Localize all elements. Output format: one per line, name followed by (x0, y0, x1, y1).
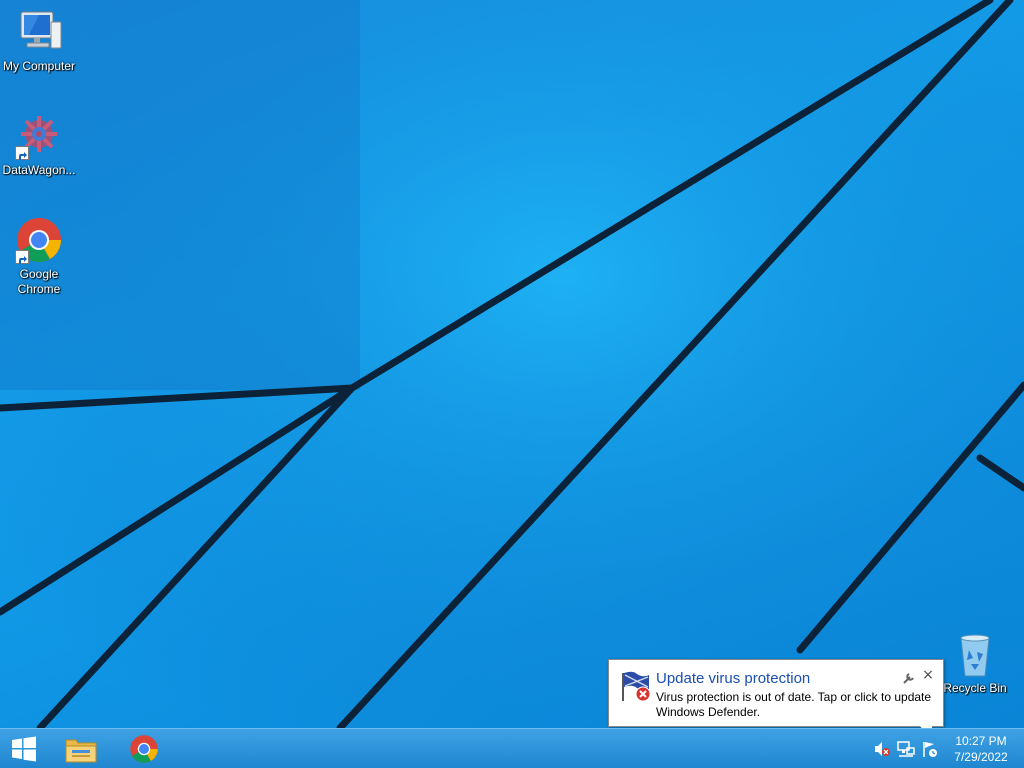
computer-icon (15, 8, 63, 56)
clock-time: 10:27 PM (955, 734, 1007, 748)
desktop[interactable]: My Computer DataWagon... Google Chrome R… (0, 0, 1024, 728)
close-icon[interactable]: × (920, 667, 936, 683)
desktop-icon-label: Recycle Bin (943, 681, 1007, 695)
taskbar-file-explorer[interactable] (56, 729, 106, 768)
desktop-icon-datawagon[interactable]: DataWagon... (0, 112, 78, 178)
network-icon[interactable] (897, 740, 915, 758)
desktop-icon-label: Google Chrome (17, 267, 61, 296)
desktop-icon-label: DataWagon... (2, 163, 76, 177)
chrome-icon (15, 216, 63, 264)
taskbar-chrome[interactable] (120, 729, 168, 768)
shortcut-arrow-icon (15, 146, 29, 160)
file-explorer-icon (65, 739, 97, 762)
recycle-bin-icon (951, 630, 999, 678)
clock-date: 7/29/2022 (954, 750, 1008, 764)
desktop-icon-recycle-bin[interactable]: Recycle Bin (936, 630, 1014, 696)
notification-balloon[interactable]: Update virus protection Virus protection… (608, 659, 944, 727)
notification-body: Virus protection is out of date. Tap or … (656, 690, 932, 719)
system-clock[interactable]: 10:27 PM 7/29/2022 (946, 733, 1016, 765)
notification-title: Update virus protection (656, 670, 811, 687)
desktop-icon-label: My Computer (2, 59, 76, 73)
start-button[interactable] (0, 729, 48, 768)
taskbar: 10:27 PM 7/29/2022 (0, 728, 1024, 768)
chrome-icon (130, 734, 158, 763)
windows-logo-icon (12, 736, 36, 761)
action-center-flag-icon[interactable] (921, 740, 939, 758)
datawagon-gear-icon (15, 112, 63, 160)
desktop-icon-google-chrome[interactable]: Google Chrome (0, 216, 78, 297)
shortcut-arrow-icon (15, 250, 29, 264)
wrench-icon[interactable] (902, 670, 916, 684)
speaker-muted-icon[interactable] (873, 740, 891, 758)
desktop-icon-my-computer[interactable]: My Computer (0, 8, 78, 74)
wallpaper (0, 0, 1024, 728)
defender-warning-flag-icon (619, 669, 653, 703)
